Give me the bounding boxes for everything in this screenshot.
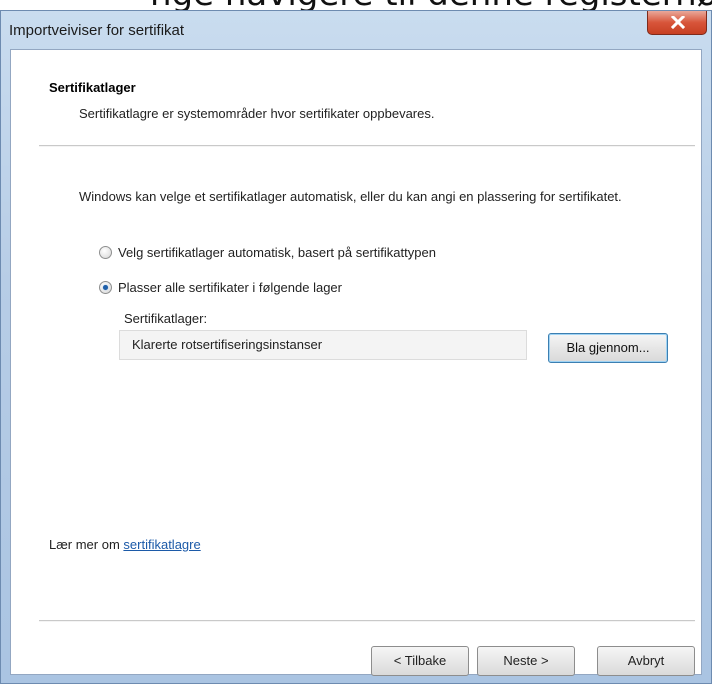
- page-subtitle: Sertifikatlagre er systemområder hvor se…: [79, 106, 435, 121]
- radio-button-auto[interactable]: [99, 245, 112, 259]
- next-button[interactable]: Neste >: [477, 646, 575, 676]
- cancel-button[interactable]: Avbryt: [597, 646, 695, 676]
- radio-auto-label: Velg sertifikatlager automatisk, basert …: [118, 244, 436, 260]
- radio-place-all[interactable]: Plasser alle sertifikater i følgende lag…: [99, 278, 342, 296]
- close-icon: [671, 16, 685, 29]
- wizard-content: Sertifikatlager Sertifikatlagre er syste…: [10, 49, 702, 676]
- learn-more-prefix: Lær mer om: [49, 537, 124, 552]
- page-title: Sertifikatlager: [49, 80, 136, 95]
- wizard-window: Importveiviser for sertifikat Sertifikat…: [0, 10, 712, 684]
- learn-more-link[interactable]: sertifikatlagre: [123, 537, 200, 552]
- learn-more: Lær mer om sertifikatlagre: [49, 537, 201, 552]
- title-bar[interactable]: Importveiviser for sertifikat: [1, 11, 711, 49]
- store-field: Klarerte rotsertifiseringsinstanser: [119, 330, 527, 360]
- window-title: Importveiviser for sertifikat: [9, 22, 185, 39]
- store-label: Sertifikatlager:: [124, 311, 208, 326]
- radio-place-label: Plasser alle sertifikater i følgende lag…: [118, 279, 342, 295]
- footer-divider: [39, 620, 695, 622]
- intro-text: Windows kan velge et sertifikatlager aut…: [79, 189, 622, 204]
- browse-button[interactable]: Bla gjennom...: [548, 333, 668, 363]
- radio-auto-select[interactable]: Velg sertifikatlager automatisk, basert …: [99, 243, 436, 261]
- back-button[interactable]: < Tilbake: [371, 646, 469, 676]
- header-divider: [39, 145, 695, 147]
- close-button[interactable]: [647, 11, 707, 35]
- radio-button-place[interactable]: [99, 280, 112, 294]
